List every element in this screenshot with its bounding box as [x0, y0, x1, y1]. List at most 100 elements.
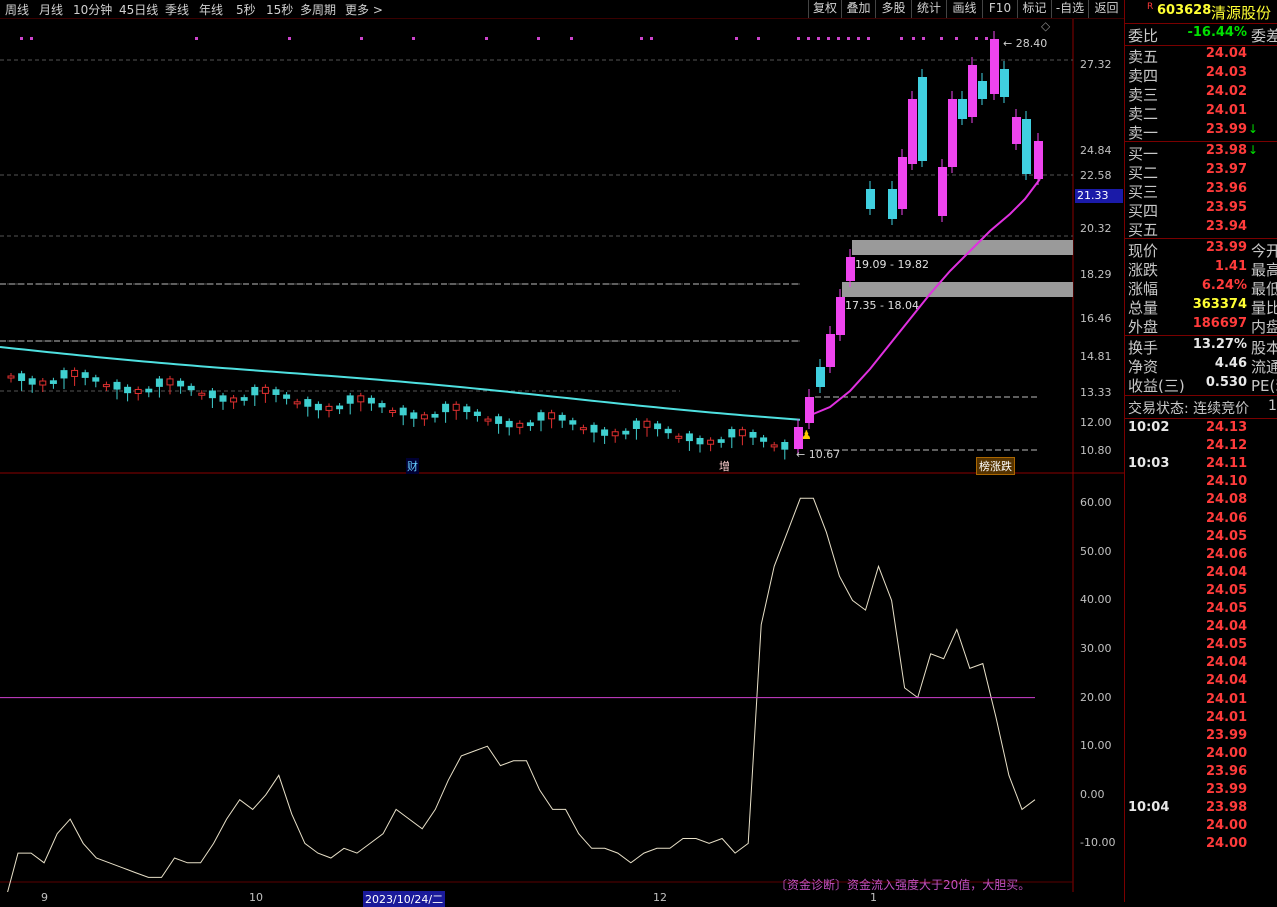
candle-body: [836, 297, 845, 335]
candle-body: [611, 431, 619, 437]
candle-body: [749, 431, 757, 438]
overlay-button[interactable]: 叠加: [841, 0, 875, 18]
ask-level-value: 23.99: [1205, 122, 1247, 137]
add-watchlist-button[interactable]: -自选: [1051, 0, 1088, 18]
candle-body: [622, 430, 630, 435]
candlestick-chart[interactable]: [0, 19, 1124, 474]
ask-level-row: 卖四 24.03: [1125, 65, 1277, 85]
money-flow-indicator-chart[interactable]: [0, 474, 1124, 892]
stat-value: 6.24%: [1201, 278, 1247, 293]
f10-button[interactable]: F10: [982, 0, 1017, 18]
stat2-label: 收益(三): [1128, 377, 1185, 395]
tick-row: 24.05: [1125, 583, 1277, 601]
signal-dot: [900, 37, 903, 40]
candle-body: [569, 420, 577, 425]
stat-label: 总量: [1128, 299, 1159, 317]
candle-body: [92, 377, 100, 382]
signal-dot: [975, 37, 978, 40]
period-15s[interactable]: 15秒: [266, 1, 293, 18]
candle-body: [60, 370, 68, 379]
zone-label: 17.35 - 18.04: [845, 299, 919, 312]
stat-label: 涨幅: [1128, 280, 1159, 298]
tick-price: 24.04: [1206, 673, 1248, 689]
price-label: 10.80: [1080, 444, 1112, 457]
bid-level-value: 23.96: [1205, 181, 1247, 196]
candle-body: [760, 437, 768, 442]
candle-body: [463, 406, 471, 413]
candle-body: [1022, 119, 1031, 174]
signal-dot: [735, 37, 738, 40]
draw-line-button[interactable]: 画线: [946, 0, 982, 18]
signal-dot: [412, 37, 415, 40]
period-quarterly[interactable]: 季线: [165, 1, 189, 18]
tick-price: 24.00: [1206, 745, 1248, 761]
tick-price: 24.04: [1206, 564, 1248, 580]
bid-level-label: 买一: [1128, 145, 1159, 163]
stat-value: 1.41: [1214, 259, 1247, 274]
multi-stock-button[interactable]: 多股: [875, 0, 911, 18]
x-axis-cursor-date: 2023/10/24/二: [363, 891, 446, 907]
tick-row: 24.04: [1125, 655, 1277, 673]
event-marker-increase[interactable]: 增: [718, 458, 731, 474]
bid-level-value: 23.98: [1205, 143, 1247, 158]
tick-price: 24.12: [1206, 438, 1248, 454]
divider: [1125, 395, 1277, 396]
candle-body: [495, 416, 503, 424]
candle-body: [728, 429, 736, 438]
tick-price: 24.13: [1206, 420, 1248, 435]
stock-code: 603628: [1157, 3, 1212, 18]
period-10min[interactable]: 10分钟: [73, 1, 112, 18]
bid-level-row: 买二 23.97: [1125, 162, 1277, 182]
tick-row: 24.06: [1125, 547, 1277, 565]
bid-level-label: 买五: [1128, 221, 1159, 239]
price-label: 13.33: [1080, 386, 1112, 399]
candle-body: [325, 405, 333, 411]
back-button[interactable]: 返回: [1088, 0, 1124, 18]
period-yearly[interactable]: 年线: [199, 1, 223, 18]
candle-body: [134, 388, 142, 394]
tick-price: 24.10: [1206, 474, 1248, 490]
candle-body: [420, 414, 428, 420]
fuquan-button[interactable]: 复权: [808, 0, 841, 18]
candle-body: [898, 157, 907, 209]
limit-ranking-marker[interactable]: 榜涨跌: [976, 457, 1015, 475]
tick-price: 24.11: [1206, 456, 1248, 472]
period-45day[interactable]: 45日线: [119, 1, 158, 18]
stats-button[interactable]: 统计: [911, 0, 946, 18]
stat2-row: 换手 13.27% 股本: [1125, 337, 1277, 357]
mark-button[interactable]: 标记: [1017, 0, 1051, 18]
candle-body: [590, 424, 598, 433]
candle-body: [516, 422, 524, 428]
signal-dot: [985, 37, 988, 40]
period-weekly[interactable]: 周线: [5, 1, 29, 18]
period-monthly[interactable]: 月线: [39, 1, 63, 18]
tick-price: 24.00: [1206, 818, 1248, 834]
period-5s[interactable]: 5秒: [236, 1, 256, 18]
event-marker-finance[interactable]: 财: [406, 458, 419, 474]
period-multi[interactable]: 多周期: [300, 1, 336, 18]
signal-dot: [537, 37, 540, 40]
tick-price: 24.01: [1206, 691, 1248, 707]
tick-time: 10:04: [1128, 800, 1170, 816]
candle-body: [198, 392, 206, 396]
signal-dot: [195, 37, 198, 40]
tick-price: 24.06: [1206, 510, 1248, 526]
price-label: 22.58: [1080, 169, 1112, 182]
tick-row: 24.04: [1125, 565, 1277, 583]
period-more[interactable]: 更多 >: [345, 1, 383, 18]
candle-body: [816, 367, 825, 387]
stat2-extra-label: 股本: [1251, 339, 1277, 357]
tick-price: 24.08: [1206, 492, 1248, 508]
diamond-icon[interactable]: ◇: [1041, 19, 1050, 33]
candle-body: [484, 418, 492, 422]
candle-body: [526, 422, 534, 427]
price-zone-lower: [842, 282, 1073, 297]
tick-row: 24.04: [1125, 619, 1277, 637]
candle-body: [601, 429, 609, 436]
candle-body: [707, 439, 715, 445]
signal-person-icon: ♟: [801, 428, 812, 442]
signal-dot: [797, 37, 800, 40]
tick-row: 10:03 24.11: [1125, 456, 1277, 474]
x-axis-label: 1: [870, 891, 877, 904]
down-arrow-icon: ↓: [1248, 143, 1259, 157]
